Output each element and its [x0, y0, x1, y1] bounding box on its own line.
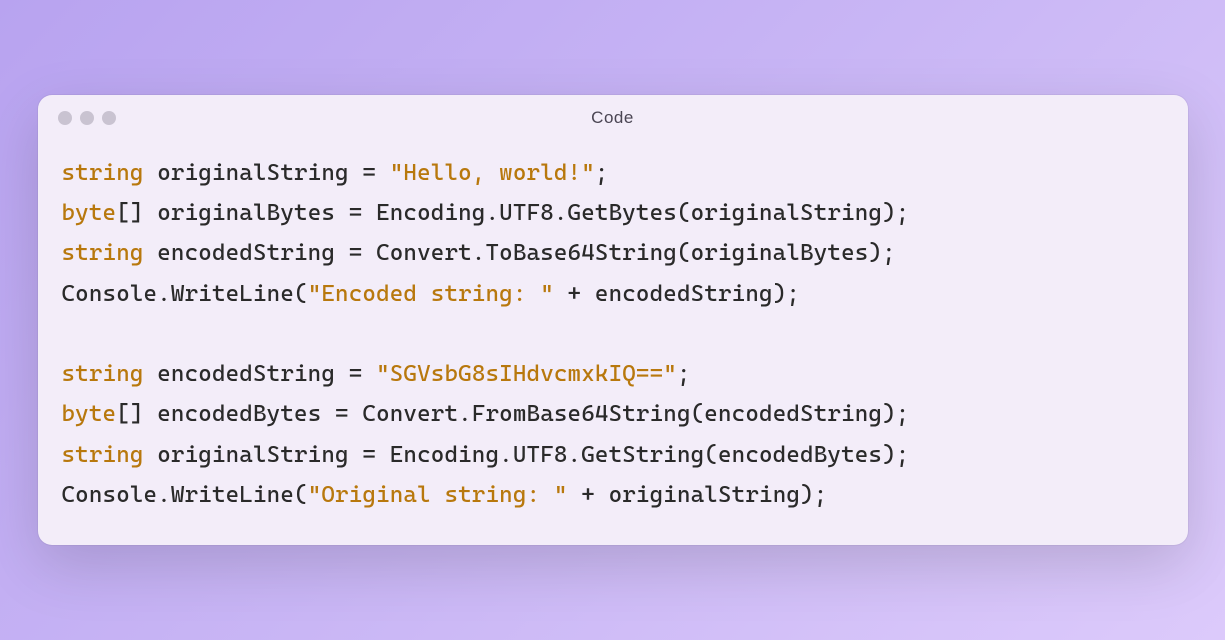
keyword: string — [62, 240, 144, 266]
string-literal: "Encoded string: " — [308, 281, 554, 307]
code-text: ; — [677, 361, 691, 387]
string-literal: "SGVsbG8sIHdvcmxkIQ==" — [376, 361, 677, 387]
code-text: encodedString = — [144, 361, 377, 387]
code-text: [] — [116, 401, 157, 427]
string-literal: "Hello, world!" — [390, 160, 595, 186]
code-text: ; — [595, 160, 609, 186]
keyword: byte — [62, 200, 117, 226]
titlebar: Code — [38, 95, 1188, 135]
code-text: originalString = Encoding.UTF8.GetString… — [144, 442, 910, 468]
minimize-icon[interactable] — [80, 111, 94, 125]
code-text: encodedBytes = Convert.FromBase64String(… — [157, 401, 909, 427]
close-icon[interactable] — [58, 111, 72, 125]
maximize-icon[interactable] — [102, 111, 116, 125]
code-text: originalBytes = Encoding.UTF8.GetBytes(o… — [157, 200, 909, 226]
code-text: [] — [116, 200, 157, 226]
code-text: + encodedString); — [554, 281, 800, 307]
code-block: string originalString = "Hello, world!";… — [38, 135, 1188, 545]
keyword: string — [62, 160, 144, 186]
code-text: encodedString = Convert.ToBase64String(o… — [144, 240, 896, 266]
code-text: Console.WriteLine( — [62, 482, 308, 508]
window-controls — [58, 111, 116, 125]
keyword: byte — [62, 401, 117, 427]
code-text: Console.WriteLine( — [62, 281, 308, 307]
code-text: originalString = — [144, 160, 390, 186]
code-window: Code string originalString = "Hello, wor… — [38, 95, 1188, 545]
window-title: Code — [591, 108, 634, 128]
string-literal: "Original string: " — [308, 482, 568, 508]
keyword: string — [62, 361, 144, 387]
code-text: + originalString); — [568, 482, 828, 508]
keyword: string — [62, 442, 144, 468]
